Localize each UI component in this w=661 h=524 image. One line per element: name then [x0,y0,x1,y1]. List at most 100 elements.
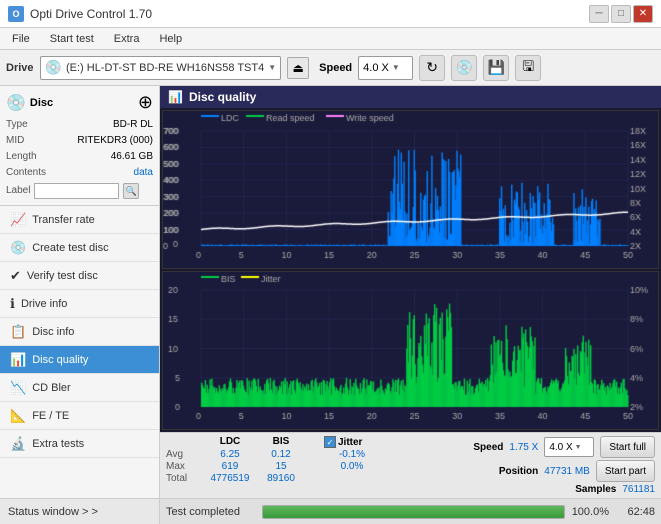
drive-selector[interactable]: 💿 (E:) HL-DT-ST BD-RE WH16NS58 TST4 ▼ [40,56,282,80]
type-label: Type [6,117,28,133]
speed-value: 4.0 X [363,62,389,74]
avg-jitter: -0.1% [324,449,380,460]
progress-bar-container [262,505,565,519]
sidebar-item-create-test-disc[interactable]: 💿 Create test disc [0,234,159,262]
disc-type-row: Type BD-R DL [6,117,153,133]
avg-empty [304,449,324,460]
total-label: Total [166,473,202,484]
avg-bis: 0.12 [258,449,304,460]
progress-time: 62:48 [615,506,655,518]
stats-panel: LDC BIS ✓ Jitter Avg 6.25 0.12 [160,432,661,498]
progress-label: Test completed [166,506,256,518]
bis-canvas [163,272,658,429]
menu-help[interactable]: Help [151,31,190,47]
speed-label: Speed [319,62,352,74]
stats-header-empty2 [304,436,324,448]
extra-tests-icon: 🔬 [10,436,26,452]
disc-label-row: Label 🔍 [6,183,153,199]
sidebar-item-cd-bler-label: CD Bler [32,382,71,394]
progress-area: Test completed 100.0% 62:48 [160,498,661,524]
speed-row: Speed 1.75 X 4.0 X ▼ Start full [473,436,655,458]
ldc-header: LDC [202,436,258,448]
disc-button[interactable]: 💿 [451,55,477,81]
disc-quality-icon: 📊 [10,352,26,368]
start-part-button[interactable]: Start part [596,460,655,482]
disc-quality-panel: 📊 Disc quality [160,86,661,432]
eject-button[interactable]: ⏏ [287,57,309,79]
sidebar-item-verify-test-disc-label: Verify test disc [27,270,98,282]
max-label: Max [166,461,202,472]
avg-label: Avg [166,449,202,460]
sidebar-item-create-test-disc-label: Create test disc [32,242,108,254]
disc-header: 💿 Disc ⊕ [6,92,153,113]
position-row: Position 47731 MB Start part [499,460,655,482]
titlebar-left: O Opti Drive Control 1.70 [8,6,152,22]
content-area: 📊 Disc quality [160,86,661,524]
status-window-button[interactable]: Status window > > [0,498,159,524]
disc-quality-header: 📊 Disc quality [160,86,661,108]
menubar: File Start test Extra Help [0,28,661,50]
disc-label-input[interactable] [34,183,119,199]
samples-row: Samples 761181 [575,484,655,495]
disc-expand-icon[interactable]: ⊕ [138,92,153,113]
menu-starttest[interactable]: Start test [42,31,102,47]
save-button[interactable]: 💾 [483,55,509,81]
sidebar: 💿 Disc ⊕ Type BD-R DL MID RITEKDR3 (000)… [0,86,160,524]
titlebar-controls[interactable]: ─ □ ✕ [589,5,653,23]
sidebar-item-fe-te-label: FE / TE [32,410,69,422]
speed-stat-select[interactable]: 4.0 X ▼ [544,437,594,457]
avg-row: Avg 6.25 0.12 -0.1% [166,449,467,460]
sidebar-menu: 📈 Transfer rate 💿 Create test disc ✔ Ver… [0,206,159,498]
sidebar-item-extra-tests[interactable]: 🔬 Extra tests [0,430,159,458]
menu-file[interactable]: File [4,31,38,47]
toolbar: Drive 💿 (E:) HL-DT-ST BD-RE WH16NS58 TST… [0,50,661,86]
max-jitter: 0.0% [324,461,380,472]
maximize-button[interactable]: □ [611,5,631,23]
titlebar: O Opti Drive Control 1.70 ─ □ ✕ [0,0,661,28]
status-window-label: Status window > > [8,506,98,518]
stats-table: LDC BIS ✓ Jitter Avg 6.25 0.12 [166,436,467,484]
drive-value: (E:) HL-DT-ST BD-RE WH16NS58 TST4 [66,62,264,74]
sidebar-item-disc-quality-label: Disc quality [32,354,88,366]
jitter-header-cell: ✓ Jitter [324,436,380,448]
sidebar-item-drive-info[interactable]: ℹ Drive info [0,290,159,318]
stats-header-empty [166,436,202,448]
ldc-chart [162,110,659,269]
close-button[interactable]: ✕ [633,5,653,23]
sidebar-item-disc-info[interactable]: 📋 Disc info [0,318,159,346]
main-area: 💿 Disc ⊕ Type BD-R DL MID RITEKDR3 (000)… [0,86,661,524]
app-icon: O [8,6,24,22]
disc-mid-row: MID RITEKDR3 (000) [6,133,153,149]
export-button[interactable]: 🖫 [515,55,541,81]
menu-extra[interactable]: Extra [106,31,148,47]
mid-label: MID [6,133,24,149]
refresh-button[interactable]: ↻ [419,55,445,81]
progress-bar-fill [263,506,564,518]
sidebar-item-transfer-rate[interactable]: 📈 Transfer rate [0,206,159,234]
max-empty [304,461,324,472]
max-bis: 15 [258,461,304,472]
disc-contents-row: Contents data [6,165,153,181]
sidebar-item-verify-test-disc[interactable]: ✔ Verify test disc [0,262,159,290]
disc-label-btn[interactable]: 🔍 [123,183,139,199]
length-value: 46.61 GB [111,149,153,165]
sidebar-item-fe-te[interactable]: 📐 FE / TE [0,402,159,430]
sidebar-item-drive-info-label: Drive info [21,298,67,310]
cd-bler-icon: 📉 [10,380,26,396]
verify-test-disc-icon: ✔ [10,268,21,284]
sidebar-item-disc-quality[interactable]: 📊 Disc quality [0,346,159,374]
total-ldc: 4776519 [202,473,258,484]
speed-stat-select-value: 4.0 X [549,442,572,453]
sidebar-item-cd-bler[interactable]: 📉 CD Bler [0,374,159,402]
minimize-button[interactable]: ─ [589,5,609,23]
bis-header: BIS [258,436,304,448]
sidebar-item-disc-info-label: Disc info [32,326,74,338]
position-label: Position [499,466,538,477]
contents-label: Contents [6,165,46,181]
stats-header-row: LDC BIS ✓ Jitter [166,436,467,448]
start-full-button[interactable]: Start full [600,436,655,458]
disc-quality-title: Disc quality [189,90,256,104]
jitter-checkbox[interactable]: ✓ [324,436,336,448]
type-value: BD-R DL [113,117,153,133]
speed-selector[interactable]: 4.0 X ▼ [358,56,413,80]
